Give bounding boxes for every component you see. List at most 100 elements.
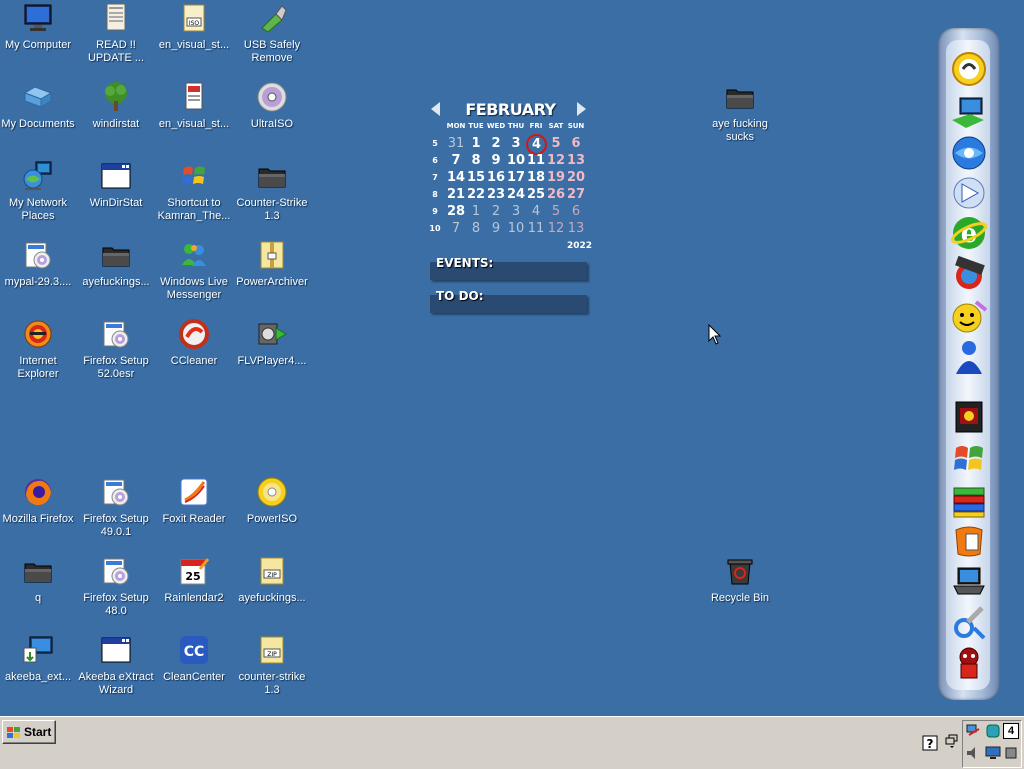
media-player-icon[interactable] bbox=[950, 255, 988, 294]
desktop-icon[interactable]: Firefox Setup 48.0 bbox=[77, 553, 155, 627]
desktop-icon[interactable]: CC CleanCenter bbox=[155, 632, 233, 706]
calendar-day[interactable]: 2 bbox=[486, 204, 506, 219]
calendar-day[interactable]: 13 bbox=[566, 221, 586, 236]
rocketdock-icon[interactable] bbox=[950, 50, 988, 88]
media-icon[interactable] bbox=[950, 174, 988, 212]
desktop-icon[interactable]: USB Safely Remove bbox=[233, 0, 311, 74]
game-icon[interactable] bbox=[950, 398, 988, 436]
windows-flag-icon[interactable] bbox=[950, 440, 988, 478]
help-icon[interactable]: ? bbox=[922, 735, 938, 751]
desktop-icon[interactable]: Firefox Setup 52.0esr bbox=[77, 316, 155, 390]
monitor-tray-icon[interactable] bbox=[985, 745, 1001, 761]
desktop-icon[interactable]: READ !! UPDATE ... bbox=[77, 0, 155, 74]
desktop-icon[interactable]: My Network Places bbox=[0, 158, 77, 232]
desktop-icon[interactable]: UltraISO bbox=[233, 79, 311, 153]
books-icon[interactable] bbox=[950, 482, 988, 520]
calendar-day[interactable]: 12 bbox=[546, 221, 566, 236]
calendar-day[interactable]: 1 bbox=[466, 204, 486, 219]
calendar-day[interactable]: 11 bbox=[526, 221, 546, 236]
desktop-icon[interactable]: Internet Explorer bbox=[0, 316, 77, 390]
todo-panel[interactable]: TO DO: bbox=[430, 289, 587, 313]
app-tray-icon[interactable] bbox=[985, 723, 1001, 739]
calendar-day[interactable]: 11 bbox=[526, 153, 546, 168]
desktop-icon[interactable]: windirstat bbox=[77, 79, 155, 153]
desktop-icon[interactable]: aye fucking sucks bbox=[701, 79, 779, 153]
desktop-icon[interactable]: Akeeba eXtract Wizard bbox=[77, 632, 155, 706]
office-icon[interactable] bbox=[950, 522, 988, 560]
desktop-icon[interactable]: PowerISO bbox=[233, 474, 311, 548]
calendar-day[interactable]: 20 bbox=[566, 170, 586, 185]
desktop-icon[interactable]: Foxit Reader bbox=[155, 474, 233, 548]
desktop-icon[interactable]: ZIP counter-strike 1.3 bbox=[233, 632, 311, 706]
calendar-day[interactable]: 28 bbox=[446, 204, 466, 219]
calendar-day[interactable]: 22 bbox=[466, 187, 486, 202]
calendar-day[interactable]: 9 bbox=[486, 221, 506, 236]
calendar-day[interactable]: 2 bbox=[486, 136, 506, 151]
calendar-day[interactable]: 18 bbox=[526, 170, 546, 185]
calendar-day[interactable]: 5 bbox=[546, 204, 566, 219]
calendar-day[interactable]: 9 bbox=[486, 153, 506, 168]
calendar-day[interactable]: 27 bbox=[566, 187, 586, 202]
desktop-icon[interactable]: FLVPlayer4.... bbox=[233, 316, 311, 390]
desktop-icon[interactable]: ZIP ayefuckings... bbox=[233, 553, 311, 627]
character-icon[interactable] bbox=[950, 644, 988, 682]
calendar-day[interactable]: 26 bbox=[546, 187, 566, 202]
desktop-icon[interactable]: Firefox Setup 49.0.1 bbox=[77, 474, 155, 548]
desktop-icon[interactable]: My Computer bbox=[0, 0, 77, 74]
start-button[interactable]: Start bbox=[2, 720, 56, 744]
calendar-day[interactable]: 5 bbox=[546, 136, 566, 151]
events-panel[interactable]: EVENTS: bbox=[430, 256, 587, 280]
calendar-day[interactable]: 14 bbox=[446, 170, 466, 185]
calendar-day[interactable]: 3 bbox=[506, 136, 526, 151]
calendar-day[interactable]: 8 bbox=[466, 153, 486, 168]
calendar-day[interactable]: 25 bbox=[526, 187, 546, 202]
calendar-day[interactable]: 17 bbox=[506, 170, 526, 185]
calendar-day[interactable]: 16 bbox=[486, 170, 506, 185]
calendar-day[interactable]: 15 bbox=[466, 170, 486, 185]
messenger-person-icon[interactable] bbox=[950, 338, 988, 376]
calendar-day[interactable]: 6 bbox=[566, 204, 586, 219]
calendar-day[interactable]: 8 bbox=[466, 221, 486, 236]
calendar-day[interactable]: 10 bbox=[506, 221, 526, 236]
calendar-day[interactable]: 1 bbox=[466, 136, 486, 151]
desktop-icon[interactable]: ISO en_visual_st... bbox=[155, 0, 233, 74]
calendar-day[interactable]: 19 bbox=[546, 170, 566, 185]
desktop-icon[interactable]: akeeba_ext... bbox=[0, 632, 77, 706]
desktop-icon[interactable]: Counter-Strike 1.3 bbox=[233, 158, 311, 232]
computer-icon[interactable] bbox=[950, 94, 988, 132]
volume-tray-icon[interactable] bbox=[965, 745, 981, 761]
desktop-icon[interactable]: 25 Rainlendar2 bbox=[155, 553, 233, 627]
calendar-day[interactable]: 12 bbox=[546, 153, 566, 168]
ie-globe-icon[interactable] bbox=[950, 134, 988, 172]
calendar-day[interactable]: 7 bbox=[446, 221, 466, 236]
restore-windows-icon[interactable] bbox=[944, 733, 960, 749]
desktop-icon[interactable]: My Documents bbox=[0, 79, 77, 153]
desktop-icon[interactable]: mypal-29.3.... bbox=[0, 237, 77, 311]
desktop-icon[interactable]: ayefuckings... bbox=[77, 237, 155, 311]
tools-icon[interactable] bbox=[950, 604, 988, 642]
smiley-icon[interactable] bbox=[950, 298, 988, 336]
calendar-day[interactable]: 24 bbox=[506, 187, 526, 202]
laptop-icon[interactable] bbox=[950, 562, 988, 600]
calendar-day[interactable]: 23 bbox=[486, 187, 506, 202]
desktop-icon[interactable]: en_visual_st... bbox=[155, 79, 233, 153]
calendar-day[interactable]: 13 bbox=[566, 153, 586, 168]
calendar-day[interactable]: 4 bbox=[526, 134, 547, 155]
desktop-icon[interactable]: Shortcut to Kamran_The... bbox=[155, 158, 233, 232]
desktop-icon[interactable]: WinDirStat bbox=[77, 158, 155, 232]
calendar-day[interactable]: 21 bbox=[446, 187, 466, 202]
power-tray-icon[interactable] bbox=[1003, 745, 1019, 761]
desktop-icon[interactable]: Recycle Bin bbox=[701, 553, 779, 627]
calendar-day[interactable]: 3 bbox=[506, 204, 526, 219]
network-tray-icon[interactable] bbox=[965, 723, 981, 739]
desktop-icon[interactable]: q bbox=[0, 553, 77, 627]
ie-e-icon[interactable]: e bbox=[950, 214, 988, 252]
calendar-day[interactable]: 4 bbox=[526, 204, 546, 219]
calendar-day[interactable]: 10 bbox=[506, 153, 526, 168]
desktop-icon[interactable]: Mozilla Firefox bbox=[0, 474, 77, 548]
calendar-day[interactable]: 31 bbox=[446, 136, 466, 151]
calendar-day[interactable]: 7 bbox=[446, 153, 466, 168]
desktop-icon[interactable]: PowerArchiver bbox=[233, 237, 311, 311]
desktop-icon[interactable]: Windows Live Messenger bbox=[155, 237, 233, 311]
calendar-next-icon[interactable] bbox=[577, 102, 586, 116]
